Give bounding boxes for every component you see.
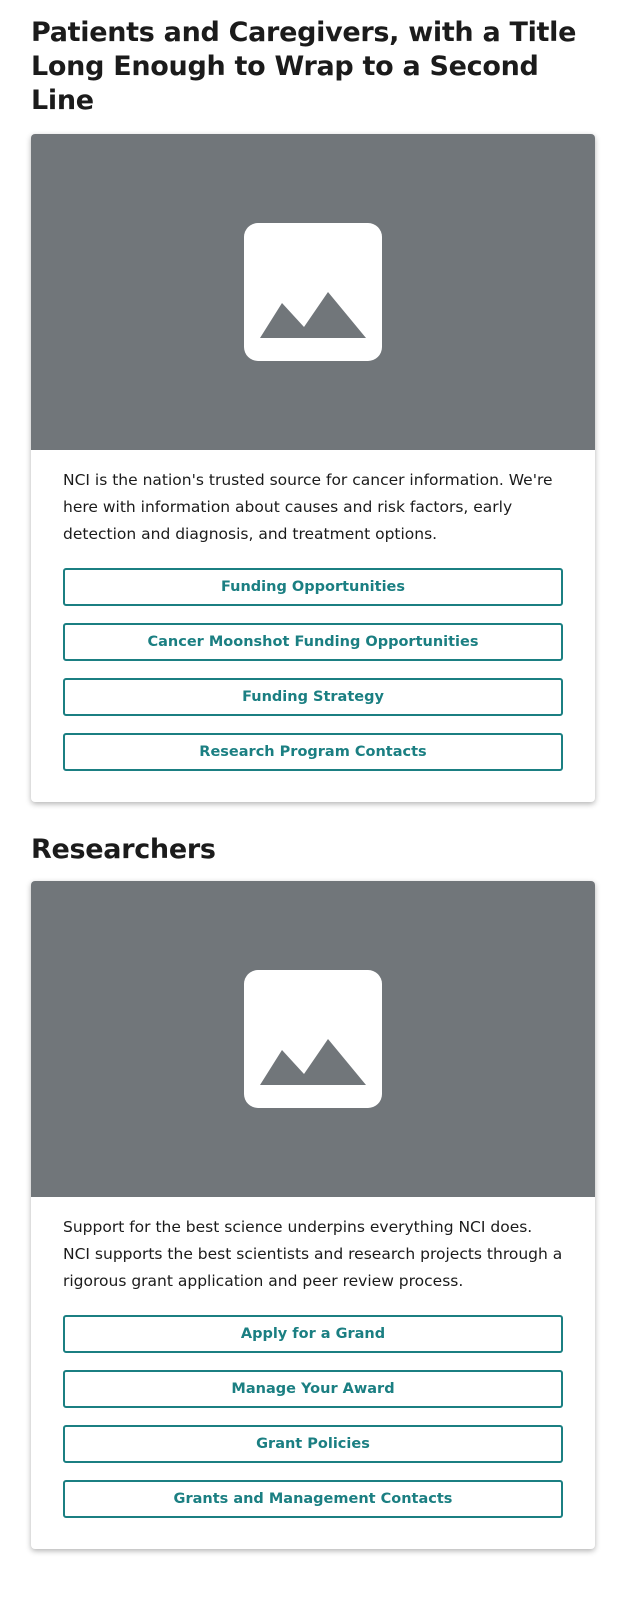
grants-management-contacts-button[interactable]: Grants and Management Contacts: [63, 1480, 563, 1518]
image-placeholder-icon: [244, 223, 382, 361]
section-researchers: Researchers Support for the best science…: [0, 802, 640, 1549]
card-description: Support for the best science underpins e…: [63, 1218, 563, 1290]
apply-for-grant-button[interactable]: Apply for a Grand: [63, 1315, 563, 1353]
section-title: Patients and Caregivers, with a Title Lo…: [31, 17, 577, 116]
grant-policies-button[interactable]: Grant Policies: [63, 1425, 563, 1463]
research-program-contacts-button[interactable]: Research Program Contacts: [63, 733, 563, 771]
card-image: [31, 881, 595, 1197]
section-title: Researchers: [31, 834, 216, 865]
card: Support for the best science underpins e…: [31, 881, 595, 1549]
section-patients-caregivers: Patients and Caregivers, with a Title Lo…: [0, 0, 640, 802]
card-description: NCI is the nation's trusted source for c…: [63, 471, 553, 543]
funding-opportunities-button[interactable]: Funding Opportunities: [63, 568, 563, 606]
card: NCI is the nation's trusted source for c…: [31, 134, 595, 802]
moonshot-funding-button[interactable]: Cancer Moonshot Funding Opportunities: [63, 623, 563, 661]
manage-award-button[interactable]: Manage Your Award: [63, 1370, 563, 1408]
card-image: [31, 134, 595, 450]
funding-strategy-button[interactable]: Funding Strategy: [63, 678, 563, 716]
image-placeholder-icon: [244, 970, 382, 1108]
